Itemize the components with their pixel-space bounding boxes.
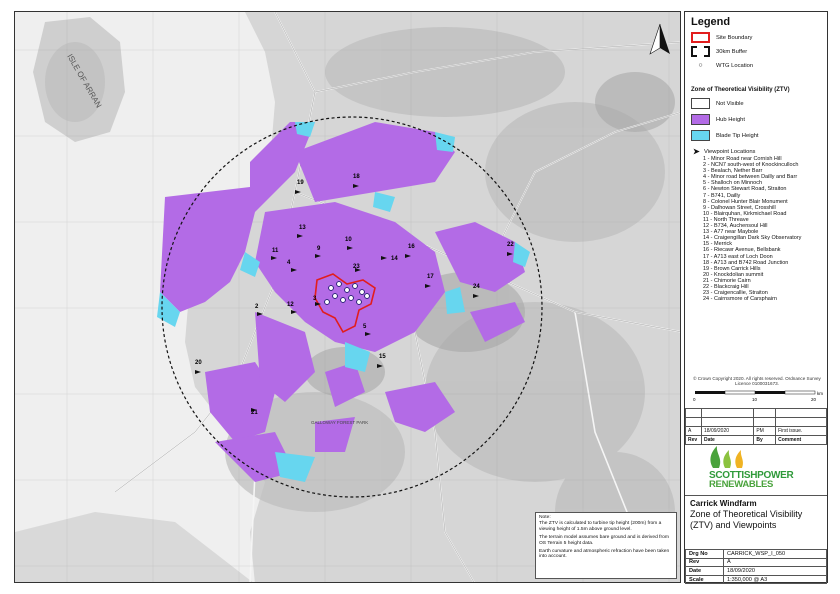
- value-cell: A: [723, 557, 827, 568]
- vp-number-label: 23: [353, 264, 360, 270]
- legend-title: Legend: [691, 16, 731, 28]
- label-cell: Drg No: [685, 549, 724, 559]
- vp-number-label: 3: [313, 296, 317, 302]
- vp-number-label: 18: [353, 174, 360, 180]
- title-block: Carrick Windfarm Zone of Theoretical Vis…: [685, 495, 827, 533]
- vp-number-label: 2: [255, 304, 259, 310]
- note-text: The terrain model assumes bare ground an…: [539, 535, 669, 546]
- note-text: The ZTV is calculated to turbine tip hei…: [539, 521, 662, 532]
- vp-number-label: 4: [287, 260, 291, 266]
- vp-number-label: 16: [408, 244, 415, 250]
- viewpoint-list: 1 - Minor Road near Cornish Hill 2 - NCN…: [703, 156, 827, 302]
- ztv-heading: Zone of Theoretical Visibility (ZTV): [691, 87, 790, 93]
- viewpoint-arrow-icon: ➤: [693, 147, 700, 156]
- value-cell: CARRICK_WSP_I_050: [723, 549, 827, 559]
- drawing-info-table: Drg No CARRICK_WSP_I_050 Rev A Date 18/09/2…: [685, 549, 827, 585]
- vp-number-label: 19: [297, 180, 304, 186]
- vp-number-label: 13: [299, 225, 306, 231]
- table-row: Drg No CARRICK_WSP_I_050: [685, 549, 827, 559]
- table-row: A 18/09/2020 PM First issue.: [685, 426, 827, 436]
- table-row: [685, 408, 827, 418]
- copyright-notice: © Crown Copyright 2020. All rights reser…: [693, 376, 821, 387]
- note-box: Note: The ZTV is calculated to turbine t…: [535, 512, 677, 579]
- vp-number-label: 21: [251, 410, 258, 416]
- legend-label: WTG Location: [716, 62, 754, 69]
- vp-number-label: 22: [507, 242, 514, 248]
- logo-text: RENEWABLES: [709, 479, 774, 490]
- scale-label-20: 20: [811, 397, 817, 402]
- scale-unit: km: [817, 391, 823, 396]
- value-cell: 18/09/2020: [723, 566, 827, 576]
- place-label-galloway: GALLOWAY FOREST PARK: [311, 420, 368, 425]
- vp-number-label: 15: [379, 354, 386, 360]
- comment-cell: First issue.: [775, 426, 827, 436]
- logo-flames-icon: [710, 446, 743, 468]
- site-boundary-swatch: [691, 32, 710, 43]
- vp-number-label: 17: [427, 274, 434, 280]
- drawing-title: Zone of Theoretical Visibility (ZTV) and…: [690, 509, 803, 530]
- legend-hub-height: Hub Height: [691, 114, 745, 125]
- legend-wtg: ○ WTG Location: [691, 62, 753, 69]
- legend-label: Hub Height: [716, 116, 746, 123]
- note-label: Note:: [539, 515, 551, 520]
- list-item: 24 - Cairnsmore of Carsphairn: [703, 296, 777, 303]
- legend-blade-tip: Blade Tip Height: [691, 130, 759, 141]
- not-visible-swatch: [691, 98, 710, 109]
- legend-panel: Legend Site Boundary 30km Buffer ○ WTG L…: [684, 11, 828, 585]
- legend-label: Blade Tip Height: [716, 132, 759, 139]
- legend-not-visible: Not Visible: [691, 98, 744, 109]
- vp-number-label: 12: [287, 302, 294, 308]
- scale-label-10: 10: [752, 397, 758, 402]
- legend-label: Site Boundary: [716, 34, 753, 41]
- legend-buffer: 30km Buffer: [691, 46, 747, 57]
- date-cell: 18/09/2020: [700, 426, 755, 436]
- vp-number-label: 14: [391, 256, 398, 262]
- rev-cell: A: [685, 426, 702, 436]
- by-cell: PM: [753, 426, 777, 436]
- table-row: Date 18/09/2020: [685, 566, 827, 576]
- table-row: [685, 417, 827, 427]
- vp-number-label: 9: [317, 246, 321, 252]
- label-cell: Scale: [685, 574, 724, 585]
- vp-number-label: 20: [195, 360, 202, 366]
- note-text: Earth curvature and atmospheric refracti…: [539, 549, 670, 560]
- vp-number-label: 11: [272, 248, 279, 254]
- value-cell: 1:350,000 @ A3: [723, 574, 827, 585]
- header-cell: Rev: [685, 435, 702, 445]
- scale-bar: 0 10 20 km: [693, 390, 823, 402]
- scottishpower-logo: SCOTTISHPOWER RENEWABLES: [703, 444, 813, 490]
- table-row: Scale 1:350,000 @ A3: [685, 574, 827, 585]
- vp-number-label: 24: [473, 284, 480, 290]
- project-name: Carrick Windfarm: [690, 499, 757, 508]
- wtg-icon: ○: [698, 62, 703, 69]
- map-canvas: ISLE OF ARRAN GALLOWAY FOREST PARK: [15, 12, 680, 582]
- table-row: Rev A: [685, 557, 827, 568]
- legend-site-boundary: Site Boundary: [691, 32, 752, 43]
- vp-number-label: 10: [345, 237, 352, 243]
- buffer-swatch: [691, 46, 710, 57]
- vp-number-label: 5: [363, 324, 367, 330]
- revision-table: A 18/09/2020 PM First issue. Rev Date By…: [685, 408, 827, 445]
- viewpoint-heading: Viewpoint Locations: [704, 149, 756, 155]
- hub-height-swatch: [691, 114, 710, 125]
- blade-tip-swatch: [691, 130, 710, 141]
- legend-label: 30km Buffer: [716, 48, 748, 55]
- label-cell: Date: [685, 566, 724, 576]
- map-view[interactable]: ISLE OF ARRAN GALLOWAY FOREST PARK 19 18…: [14, 11, 681, 583]
- legend-label: Not Visible: [716, 100, 744, 107]
- scale-label-0: 0: [693, 397, 696, 402]
- label-cell: Rev: [685, 557, 724, 568]
